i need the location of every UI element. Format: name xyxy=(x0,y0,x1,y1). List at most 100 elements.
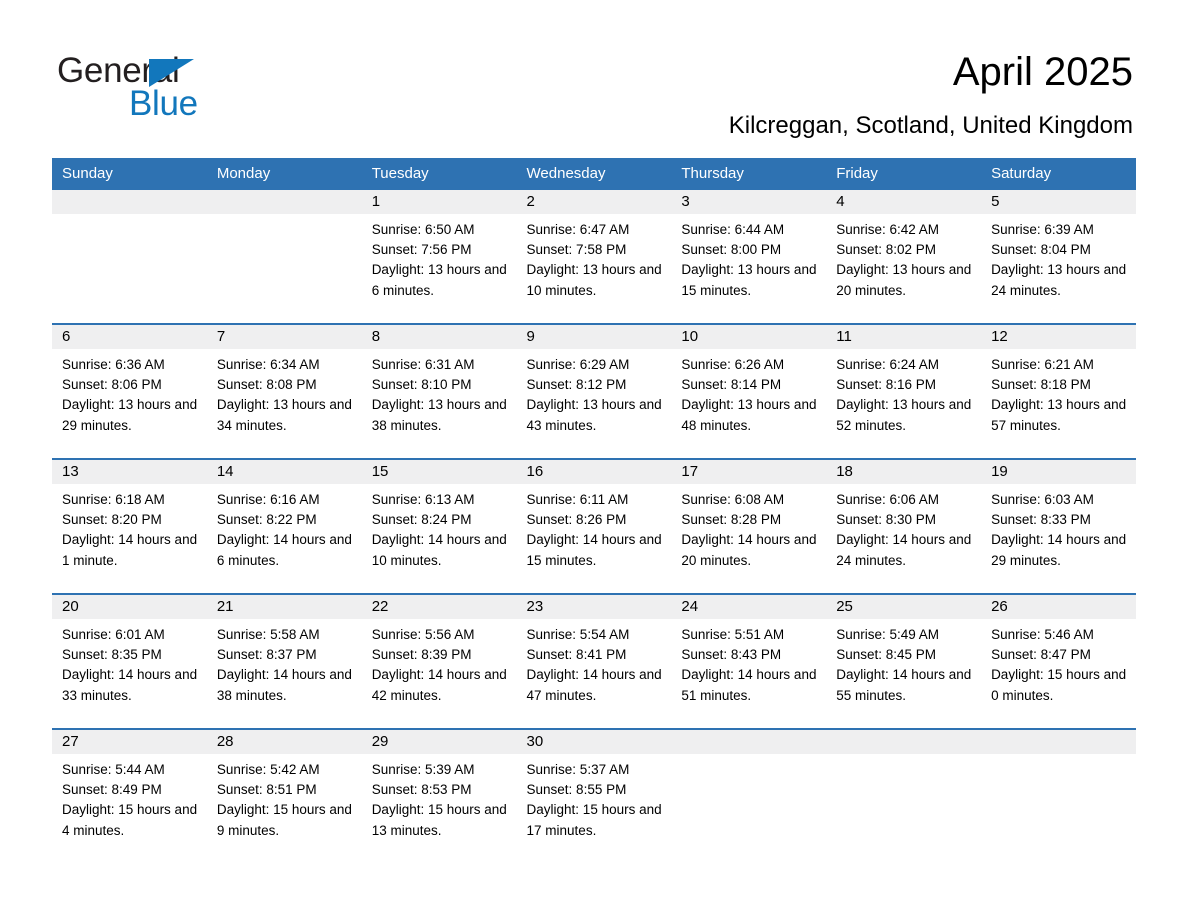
daylight-text: Daylight: 13 hours and 52 minutes. xyxy=(836,397,972,433)
calendar-day-cell[interactable]: 3 Sunrise: 6:44 AM Sunset: 8:00 PM Daylight… xyxy=(671,190,827,324)
daylight-text: Daylight: 13 hours and 38 minutes. xyxy=(371,397,507,433)
daylight-text: Daylight: 15 hours and 4 minutes. xyxy=(62,802,198,838)
calendar-day-cell[interactable]: 12 Sunrise: 6:21 AM Sunset: 8:18 PM Dayligh… xyxy=(981,323,1136,459)
calendar-day-cell[interactable]: 22 Sunrise: 5:56 AM Sunset: 8:39 PM Dayligh… xyxy=(361,593,517,729)
day-cell-inner: 5 Sunrise: 6:39 AM Sunset: 8:04 PM Daylight… xyxy=(981,190,1136,323)
calendar-day-cell[interactable]: 24 Sunrise: 5:51 AM Sunset: 8:43 PM Dayligh… xyxy=(671,593,827,729)
calendar-day-cell[interactable]: 10 Sunrise: 6:26 AM Sunset: 8:14 PM Dayligh… xyxy=(671,323,827,459)
day-cell-details: Sunrise: 5:58 AM Sunset: 8:37 PM Daylight:… xyxy=(207,619,362,706)
calendar-day-cell[interactable]: 8 Sunrise: 6:31 AM Sunset: 8:10 PM Daylight… xyxy=(361,323,517,459)
sunset-text: Sunset: 8:20 PM xyxy=(62,512,162,528)
sunset-text: Sunset: 7:58 PM xyxy=(526,242,627,258)
calendar-day-cell[interactable]: 2 Sunrise: 6:47 AM Sunset: 7:58 PM Daylight… xyxy=(516,190,672,324)
daylight-text: Daylight: 13 hours and 24 minutes. xyxy=(991,262,1127,298)
sunset-text: Sunset: 8:22 PM xyxy=(216,512,317,528)
day-number: 21 xyxy=(206,595,362,619)
day-cell-inner: 26 Sunrise: 5:46 AM Sunset: 8:47 PM Dayligh… xyxy=(981,595,1136,728)
calendar-header-row: Sunday Monday Tuesday Wednesday Thursday Frid… xyxy=(52,158,1136,190)
day-number xyxy=(671,730,827,754)
day-number: 14 xyxy=(206,460,362,484)
calendar-day-cell[interactable]: 23 Sunrise: 5:54 AM Sunset: 8:41 PM Dayligh… xyxy=(516,593,672,729)
sunset-text: Sunset: 8:33 PM xyxy=(991,512,1091,528)
daylight-text: Daylight: 14 hours and 51 minutes. xyxy=(681,667,817,703)
day-cell-inner: 2 Sunrise: 6:47 AM Sunset: 7:58 PM Daylight… xyxy=(516,190,672,323)
calendar-day-cell[interactable]: 11 Sunrise: 6:24 AM Sunset: 8:16 PM Dayligh… xyxy=(826,323,982,459)
sunset-text: Sunset: 8:37 PM xyxy=(216,647,317,663)
sunset-text: Sunset: 8:02 PM xyxy=(836,242,937,258)
sunrise-text: Sunrise: 6:03 AM xyxy=(991,492,1094,507)
sunrise-text: Sunrise: 6:16 AM xyxy=(216,492,320,507)
day-cell-inner: 20 Sunrise: 6:01 AM Sunset: 8:35 PM Dayligh… xyxy=(52,595,207,728)
daylight-text: Daylight: 14 hours and 29 minutes. xyxy=(991,532,1127,568)
calendar-day-cell[interactable]: 28 Sunrise: 5:42 AM Sunset: 8:51 PM Dayligh… xyxy=(206,728,362,863)
sunset-text: Sunset: 8:30 PM xyxy=(836,512,937,528)
day-cell-details: Sunrise: 6:16 AM Sunset: 8:22 PM Daylight:… xyxy=(207,484,362,571)
day-cell-details: Sunrise: 6:13 AM Sunset: 8:24 PM Daylight:… xyxy=(362,484,517,571)
sunrise-text: Sunrise: 6:13 AM xyxy=(371,492,475,507)
calendar-day-cell[interactable]: 20 Sunrise: 6:01 AM Sunset: 8:35 PM Dayligh… xyxy=(52,593,207,729)
calendar-day-cell-empty xyxy=(981,728,1136,863)
day-number: 11 xyxy=(826,325,982,349)
calendar-table: Sunday Monday Tuesday Wednesday Thursday Frid… xyxy=(52,158,1136,863)
calendar-day-cell[interactable]: 14 Sunrise: 6:16 AM Sunset: 8:22 PM Dayligh… xyxy=(206,458,362,594)
day-number: 24 xyxy=(671,595,827,619)
day-cell-inner: 7 Sunrise: 6:34 AM Sunset: 8:08 PM Daylight… xyxy=(206,325,362,458)
calendar-day-cell[interactable]: 15 Sunrise: 6:13 AM Sunset: 8:24 PM Dayligh… xyxy=(361,458,517,594)
calendar-day-cell[interactable]: 7 Sunrise: 6:34 AM Sunset: 8:08 PM Daylight… xyxy=(206,323,362,459)
calendar-day-cell[interactable]: 21 Sunrise: 5:58 AM Sunset: 8:37 PM Dayligh… xyxy=(206,593,362,729)
day-cell-details: Sunrise: 6:21 AM Sunset: 8:18 PM Daylight:… xyxy=(981,349,1136,436)
day-cell-inner: 10 Sunrise: 6:26 AM Sunset: 8:14 PM Dayligh… xyxy=(671,325,827,458)
day-number: 26 xyxy=(981,595,1136,619)
day-cell-inner: 1 Sunrise: 6:50 AM Sunset: 7:56 PM Daylight… xyxy=(361,190,517,323)
day-cell-details: Sunrise: 6:11 AM Sunset: 8:26 PM Daylight:… xyxy=(517,484,672,571)
daylight-text: Daylight: 14 hours and 47 minutes. xyxy=(526,667,662,703)
sunrise-text: Sunrise: 6:24 AM xyxy=(836,357,940,372)
daylight-text: Daylight: 14 hours and 24 minutes. xyxy=(836,532,972,568)
sunrise-text: Sunrise: 6:26 AM xyxy=(681,357,785,372)
day-cell-details: Sunrise: 6:26 AM Sunset: 8:14 PM Daylight:… xyxy=(671,349,826,436)
day-number xyxy=(981,730,1136,754)
calendar-day-cell[interactable]: 9 Sunrise: 6:29 AM Sunset: 8:12 PM Daylight… xyxy=(516,323,672,459)
logo-text-blue: Blue xyxy=(129,84,198,123)
day-number: 29 xyxy=(361,730,517,754)
calendar-day-cell-empty xyxy=(52,190,207,324)
day-number: 8 xyxy=(361,325,517,349)
day-cell-inner: 30 Sunrise: 5:37 AM Sunset: 8:55 PM Dayligh… xyxy=(516,730,672,863)
daylight-text: Daylight: 15 hours and 13 minutes. xyxy=(371,802,507,838)
sunrise-text: Sunrise: 6:44 AM xyxy=(681,222,785,237)
calendar-grid: Sunday Monday Tuesday Wednesday Thursday Frid… xyxy=(52,158,1136,863)
calendar-day-cell[interactable]: 5 Sunrise: 6:39 AM Sunset: 8:04 PM Daylight… xyxy=(981,190,1136,324)
day-cell-details: Sunrise: 6:31 AM Sunset: 8:10 PM Daylight:… xyxy=(362,349,517,436)
calendar-day-cell[interactable]: 4 Sunrise: 6:42 AM Sunset: 8:02 PM Daylight… xyxy=(826,190,982,324)
day-cell-details: Sunrise: 6:50 AM Sunset: 7:56 PM Daylight:… xyxy=(362,214,517,301)
day-cell-details: Sunrise: 5:46 AM Sunset: 8:47 PM Daylight:… xyxy=(981,619,1136,706)
weekday-header-tuesday: Tuesday xyxy=(361,158,517,190)
calendar-day-cell[interactable]: 19 Sunrise: 6:03 AM Sunset: 8:33 PM Dayligh… xyxy=(981,458,1136,594)
calendar-day-cell[interactable]: 16 Sunrise: 6:11 AM Sunset: 8:26 PM Dayligh… xyxy=(516,458,672,594)
daylight-text: Daylight: 15 hours and 17 minutes. xyxy=(526,802,662,838)
daylight-text: Daylight: 14 hours and 15 minutes. xyxy=(526,532,662,568)
calendar-day-cell[interactable]: 30 Sunrise: 5:37 AM Sunset: 8:55 PM Dayligh… xyxy=(516,728,672,863)
sunrise-text: Sunrise: 6:39 AM xyxy=(991,222,1094,237)
day-cell-details: Sunrise: 5:54 AM Sunset: 8:41 PM Daylight:… xyxy=(517,619,672,706)
day-number: 3 xyxy=(671,190,827,214)
day-cell-inner: 11 Sunrise: 6:24 AM Sunset: 8:16 PM Dayligh… xyxy=(826,325,982,458)
calendar-day-cell[interactable]: 6 Sunrise: 6:36 AM Sunset: 8:06 PM Daylight… xyxy=(52,323,207,459)
daylight-text: Daylight: 14 hours and 42 minutes. xyxy=(371,667,507,703)
calendar-day-cell[interactable]: 18 Sunrise: 6:06 AM Sunset: 8:30 PM Dayligh… xyxy=(826,458,982,594)
calendar-day-cell[interactable]: 27 Sunrise: 5:44 AM Sunset: 8:49 PM Dayligh… xyxy=(52,728,207,863)
sunset-text: Sunset: 8:04 PM xyxy=(991,242,1091,258)
calendar-day-cell[interactable]: 1 Sunrise: 6:50 AM Sunset: 7:56 PM Daylight… xyxy=(361,190,517,324)
sunrise-text: Sunrise: 6:18 AM xyxy=(62,492,165,507)
calendar-day-cell[interactable]: 26 Sunrise: 5:46 AM Sunset: 8:47 PM Dayligh… xyxy=(981,593,1136,729)
calendar-day-cell[interactable]: 25 Sunrise: 5:49 AM Sunset: 8:45 PM Dayligh… xyxy=(826,593,982,729)
generalblue-logo[interactable]: General Blue xyxy=(57,52,317,124)
page-header: General Blue April 2025 Kilcreggan, Scot… xyxy=(0,0,1188,155)
sunrise-text: Sunrise: 5:42 AM xyxy=(216,762,320,777)
calendar-day-cell[interactable]: 29 Sunrise: 5:39 AM Sunset: 8:53 PM Dayligh… xyxy=(361,728,517,863)
calendar-day-cell[interactable]: 17 Sunrise: 6:08 AM Sunset: 8:28 PM Dayligh… xyxy=(671,458,827,594)
day-cell-details: Sunrise: 5:44 AM Sunset: 8:49 PM Daylight:… xyxy=(52,754,207,841)
calendar-day-cell[interactable]: 13 Sunrise: 6:18 AM Sunset: 8:20 PM Dayligh… xyxy=(52,458,207,594)
day-cell-inner: 27 Sunrise: 5:44 AM Sunset: 8:49 PM Dayligh… xyxy=(52,730,207,863)
weekday-header-wednesday: Wednesday xyxy=(516,158,672,190)
